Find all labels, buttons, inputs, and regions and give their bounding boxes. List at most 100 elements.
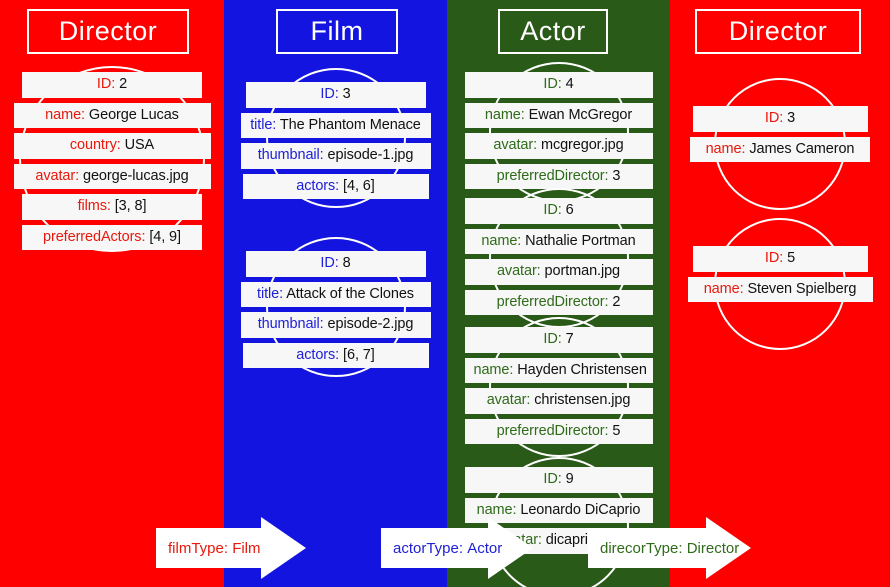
row-value: Attack of the Clones — [286, 285, 414, 302]
row-key: name: — [473, 361, 514, 378]
entity-rows: ID: 7 name: Hayden Christensen avatar: c… — [447, 327, 670, 444]
table-row[interactable]: name: George Lucas — [13, 102, 211, 128]
row-value: george-lucas.jpg — [82, 167, 189, 184]
arrow-value: Film — [232, 539, 261, 557]
row-key: country: — [69, 137, 121, 153]
table-row[interactable]: name: Hayden Christensen — [464, 357, 653, 383]
row-value: 7 — [565, 331, 574, 347]
row-key: preferredDirector: — [496, 293, 609, 310]
row-key: thumbnail: — [257, 316, 324, 332]
row-value: Ewan McGregor — [528, 106, 633, 123]
entity-actor-6: ID: 6 name: Nathalie Portman avatar: por… — [447, 188, 670, 328]
entity-film-8: ID: 8 title: Attack of the Clones thumbn… — [224, 237, 447, 377]
row-value: The Phantom Menace — [279, 116, 421, 133]
row-value: portman.jpg — [544, 263, 621, 279]
table-row[interactable]: preferredActors: [4, 9] — [22, 224, 202, 250]
table-row[interactable]: avatar: mcgregor.jpg — [464, 133, 653, 159]
table-row[interactable]: ID: 4 — [464, 72, 653, 98]
row-key: actors: — [296, 177, 340, 194]
table-row[interactable]: ID: 5 — [692, 246, 868, 272]
entity-director-2: ID: 2 name: George Lucas country: USA av… — [0, 66, 224, 252]
table-row[interactable]: preferredDirector: 3 — [464, 163, 653, 189]
arrow-key: direcorType: — [600, 539, 683, 557]
row-value: USA — [124, 137, 155, 153]
entity-rows: ID: 3 title: The Phantom Menace thumbnai… — [224, 82, 447, 199]
row-key: name: — [705, 140, 746, 157]
row-key: ID: — [320, 86, 339, 102]
row-value: 3 — [342, 86, 351, 102]
arrow-head-icon — [261, 517, 306, 579]
table-row[interactable]: name: Steven Spielberg — [687, 276, 873, 302]
arrow-film-type[interactable]: filmType: Film — [156, 517, 306, 579]
column-actor: Actor ID: 4 name: Ewan McGregor avatar: … — [447, 0, 670, 587]
diagram-canvas: Director ID: 2 name: George Lucas countr… — [0, 0, 890, 587]
row-value: 3 — [612, 167, 621, 184]
arrow-director-type[interactable]: direcorType: Director — [588, 517, 751, 579]
table-row[interactable]: ID: 7 — [464, 327, 653, 353]
row-key: avatar: — [493, 137, 538, 153]
row-value: [3, 8] — [114, 198, 147, 214]
row-key: ID: — [543, 202, 562, 218]
row-key: avatar: — [496, 263, 541, 279]
table-row[interactable]: title: Attack of the Clones — [240, 281, 431, 307]
row-key: name: — [703, 280, 744, 297]
column-title-director-left: Director — [27, 9, 189, 54]
column-film: Film ID: 3 title: The Phantom Menace thu… — [224, 0, 447, 587]
row-key: ID: — [764, 110, 784, 126]
table-row[interactable]: ID: 3 — [692, 106, 868, 132]
table-row[interactable]: title: The Phantom Menace — [240, 112, 431, 138]
table-row[interactable]: actors: [6, 7] — [242, 342, 429, 368]
row-value: George Lucas — [88, 106, 179, 123]
row-value: episode-2.jpg — [327, 316, 414, 332]
column-director-left: Director ID: 2 name: George Lucas countr… — [0, 0, 224, 587]
table-row[interactable]: name: James Cameron — [690, 136, 870, 162]
row-key: preferredDirector: — [496, 167, 609, 184]
row-value: Steven Spielberg — [747, 280, 857, 297]
table-row[interactable]: films: [3, 8] — [22, 194, 202, 220]
table-row[interactable]: name: Nathalie Portman — [464, 228, 653, 254]
row-value: 6 — [565, 202, 574, 218]
arrow-key: filmType: — [168, 539, 229, 557]
row-value: Hayden Christensen — [517, 361, 647, 378]
entity-actor-4: ID: 4 name: Ewan McGregor avatar: mcgreg… — [447, 62, 670, 202]
row-key: title: — [257, 285, 284, 302]
row-value: [4, 9] — [149, 228, 181, 245]
entity-film-3: ID: 3 title: The Phantom Menace thumbnai… — [224, 68, 447, 208]
row-key: ID: — [543, 76, 562, 92]
table-row[interactable]: ID: 8 — [245, 251, 426, 277]
row-key: ID: — [543, 331, 562, 347]
row-key: ID: — [96, 76, 116, 92]
row-value: Nathalie Portman — [525, 232, 636, 249]
table-row[interactable]: ID: 3 — [245, 82, 426, 108]
table-row[interactable]: name: Ewan McGregor — [464, 102, 653, 128]
row-key: preferredActors: — [43, 228, 146, 245]
table-row[interactable]: avatar: portman.jpg — [464, 259, 653, 285]
table-row[interactable]: actors: [4, 6] — [242, 173, 429, 199]
column-director-right: Director ID: 3 name: James Cameron ID: 5 — [670, 0, 890, 587]
arrow-label: filmType: Film — [156, 528, 261, 568]
row-key: name: — [484, 106, 525, 123]
table-row[interactable]: preferredDirector: 2 — [464, 289, 653, 315]
row-value: James Cameron — [749, 140, 855, 157]
row-key: title: — [250, 116, 277, 133]
table-row[interactable]: ID: 9 — [464, 467, 653, 493]
table-row[interactable]: thumbnail: episode-2.jpg — [240, 312, 431, 338]
row-value: 2 — [119, 76, 128, 92]
table-row[interactable]: avatar: christensen.jpg — [464, 388, 653, 414]
table-row[interactable]: ID: 6 — [464, 198, 653, 224]
table-row[interactable]: country: USA — [13, 133, 211, 159]
entity-rows: ID: 3 name: James Cameron — [670, 106, 890, 162]
row-value: 8 — [342, 255, 351, 271]
row-value: 4 — [565, 76, 574, 92]
row-key: films: — [77, 198, 111, 214]
arrow-actor-type[interactable]: actorType: Actor — [381, 517, 533, 579]
table-row[interactable]: avatar: george-lucas.jpg — [13, 163, 211, 189]
arrow-value: Director — [686, 539, 740, 557]
table-row[interactable]: preferredDirector: 5 — [464, 418, 653, 444]
row-value: christensen.jpg — [534, 392, 631, 408]
table-row[interactable]: thumbnail: episode-1.jpg — [240, 143, 431, 169]
table-row[interactable]: ID: 2 — [22, 72, 202, 98]
row-value: 2 — [612, 293, 621, 310]
entity-rows: ID: 2 name: George Lucas country: USA av… — [0, 72, 224, 250]
entity-rows: ID: 8 title: Attack of the Clones thumbn… — [224, 251, 447, 368]
